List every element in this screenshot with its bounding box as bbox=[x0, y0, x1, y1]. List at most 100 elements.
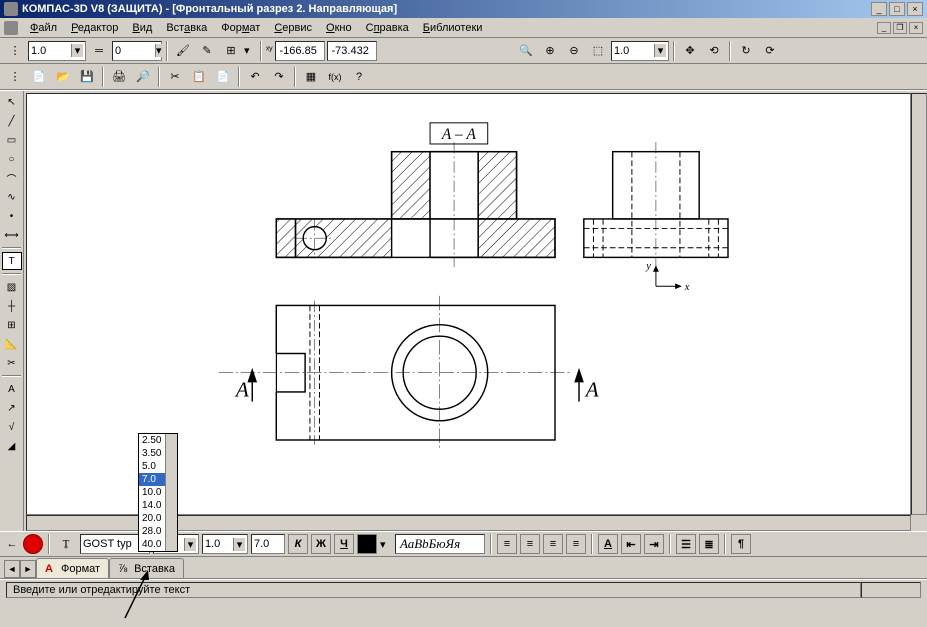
menu-insert[interactable]: Вставка bbox=[160, 20, 213, 36]
handle-icon[interactable]: ⋮ bbox=[4, 66, 26, 88]
save-button[interactable]: 💾 bbox=[76, 66, 98, 88]
align-center-button[interactable]: ≡ bbox=[520, 534, 540, 554]
style-a-button[interactable]: А bbox=[598, 534, 618, 554]
pan-button[interactable]: ✥ bbox=[679, 40, 701, 62]
paste-button[interactable]: 📄 bbox=[212, 66, 234, 88]
doc-minimize-button[interactable]: _ bbox=[877, 22, 891, 34]
print-button[interactable]: 🖨 bbox=[108, 66, 130, 88]
copy-button[interactable]: 📋 bbox=[188, 66, 210, 88]
open-button[interactable]: 📂 bbox=[52, 66, 74, 88]
chevron-down-icon[interactable]: ▾ bbox=[71, 44, 83, 57]
indent-right-button[interactable]: ⇥ bbox=[644, 534, 664, 554]
help-button[interactable]: ? bbox=[348, 66, 370, 88]
layer-input[interactable] bbox=[115, 45, 155, 57]
zoom-fit-button[interactable]: 🔍 bbox=[515, 40, 537, 62]
brush-button[interactable]: 🖌 bbox=[172, 40, 194, 62]
back-arrow-icon[interactable]: ← bbox=[4, 534, 20, 554]
paragraph-button[interactable]: ¶ bbox=[731, 534, 751, 554]
cut-button[interactable]: ✂ bbox=[164, 66, 186, 88]
marker-tool[interactable]: ◢ bbox=[2, 437, 22, 455]
doc-close-button[interactable]: × bbox=[909, 22, 923, 34]
spline-tool[interactable]: ∿ bbox=[2, 188, 22, 206]
menu-format[interactable]: Формат bbox=[215, 20, 266, 36]
zoom-input[interactable] bbox=[614, 45, 654, 57]
manager-button[interactable]: ▦ bbox=[300, 66, 322, 88]
chevron-down-icon[interactable]: ▾ bbox=[184, 538, 196, 551]
close-button[interactable]: × bbox=[907, 2, 923, 16]
menu-help[interactable]: Справка bbox=[360, 20, 415, 36]
list-button[interactable]: ☰ bbox=[676, 534, 696, 554]
menu-edit[interactable]: Редактор bbox=[65, 20, 124, 36]
menu-window[interactable]: Окно bbox=[320, 20, 358, 36]
tab-format[interactable]: А Формат bbox=[36, 558, 109, 578]
dropdown-scrollbar[interactable] bbox=[165, 434, 177, 551]
doc-restore-button[interactable]: ❐ bbox=[893, 22, 907, 34]
measure-tool[interactable]: 📐 bbox=[2, 335, 22, 353]
grid-button[interactable]: ⊞ bbox=[220, 40, 242, 62]
chevron-down-icon[interactable]: ▾ bbox=[654, 44, 666, 57]
axis-tool[interactable]: ┼ bbox=[2, 297, 22, 315]
tab-prev-button[interactable]: ◄ bbox=[4, 560, 20, 578]
zoom-window-button[interactable]: ⬚ bbox=[587, 40, 609, 62]
menu-service[interactable]: Сервис bbox=[268, 20, 318, 36]
annotation-tool[interactable]: А bbox=[2, 380, 22, 398]
preview-button[interactable]: 🔎 bbox=[132, 66, 154, 88]
tab-insert[interactable]: ⅞ Вставка bbox=[109, 558, 184, 578]
trim-tool[interactable]: ✂ bbox=[2, 354, 22, 372]
rect-tool[interactable]: ▭ bbox=[2, 131, 22, 149]
undo-button[interactable]: ↶ bbox=[244, 66, 266, 88]
chevron-down-icon[interactable]: ▾ bbox=[233, 538, 245, 551]
zoom-out-button[interactable]: ⊖ bbox=[563, 40, 585, 62]
numlist-button[interactable]: ≣ bbox=[699, 534, 719, 554]
leader-tool[interactable]: ↗ bbox=[2, 399, 22, 417]
step-input[interactable] bbox=[205, 538, 233, 550]
dimension-tool[interactable]: ⟷ bbox=[2, 226, 22, 244]
variables-button[interactable]: f(x) bbox=[324, 66, 346, 88]
step-combo[interactable]: ▾ bbox=[202, 534, 248, 554]
color-button[interactable] bbox=[357, 534, 377, 554]
underline-button[interactable]: Ч bbox=[334, 534, 354, 554]
fontsize2-combo[interactable] bbox=[251, 534, 285, 554]
handle-icon[interactable]: ⋮ bbox=[4, 40, 26, 62]
new-button[interactable]: 📄 bbox=[28, 66, 50, 88]
hatch-tool[interactable]: ▨ bbox=[2, 278, 22, 296]
vertical-scrollbar[interactable] bbox=[911, 93, 927, 515]
layer-combo[interactable]: ▾ bbox=[112, 41, 162, 61]
eraser-button[interactable]: ✎ bbox=[196, 40, 218, 62]
maximize-button[interactable]: □ bbox=[889, 2, 905, 16]
select-tool[interactable]: ↖ bbox=[2, 93, 22, 111]
point-tool[interactable]: • bbox=[2, 207, 22, 225]
scale-combo[interactable]: ▾ bbox=[28, 41, 86, 61]
bold-button[interactable]: К bbox=[288, 534, 308, 554]
table-tool[interactable]: ⊞ bbox=[2, 316, 22, 334]
align-left-button[interactable]: ≡ bbox=[497, 534, 517, 554]
stop-button[interactable] bbox=[23, 534, 43, 554]
color-dropdown[interactable]: ▾ bbox=[380, 538, 392, 551]
fontsize-dropdown-list[interactable]: 2.50 3.50 5.0 7.0 10.0 14.0 20.0 28.0 40… bbox=[138, 433, 178, 552]
zoom-in-button[interactable]: ⊕ bbox=[539, 40, 561, 62]
tab-next-button[interactable]: ► bbox=[20, 560, 36, 578]
grid-dropdown[interactable]: ▾ bbox=[244, 44, 256, 57]
indent-left-button[interactable]: ⇤ bbox=[621, 534, 641, 554]
refresh-button[interactable]: ⟳ bbox=[759, 40, 781, 62]
line-tool[interactable]: ╱ bbox=[2, 112, 22, 130]
menu-view[interactable]: Вид bbox=[126, 20, 158, 36]
zoom-combo[interactable]: ▾ bbox=[611, 41, 669, 61]
arc-tool[interactable]: ⌒ bbox=[2, 169, 22, 187]
rotate-button[interactable]: ⟲ bbox=[703, 40, 725, 62]
coord-y-field[interactable]: -73.432 bbox=[327, 41, 377, 61]
text-tool[interactable]: T bbox=[2, 252, 22, 270]
coord-x-field[interactable]: -166.85 bbox=[275, 41, 325, 61]
align-right-button[interactable]: ≡ bbox=[543, 534, 563, 554]
align-justify-button[interactable]: ≡ bbox=[566, 534, 586, 554]
italic-button[interactable]: Ж bbox=[311, 534, 331, 554]
scale-input[interactable] bbox=[31, 45, 71, 57]
redo-button[interactable]: ↷ bbox=[268, 66, 290, 88]
fontsize2-input[interactable] bbox=[254, 538, 282, 550]
font-input[interactable] bbox=[83, 538, 138, 550]
minimize-button[interactable]: _ bbox=[871, 2, 887, 16]
redraw-button[interactable]: ↻ bbox=[735, 40, 757, 62]
chevron-down-icon[interactable]: ▾ bbox=[155, 44, 162, 57]
circle-tool[interactable]: ○ bbox=[2, 150, 22, 168]
menu-libs[interactable]: Библиотеки bbox=[417, 20, 489, 36]
